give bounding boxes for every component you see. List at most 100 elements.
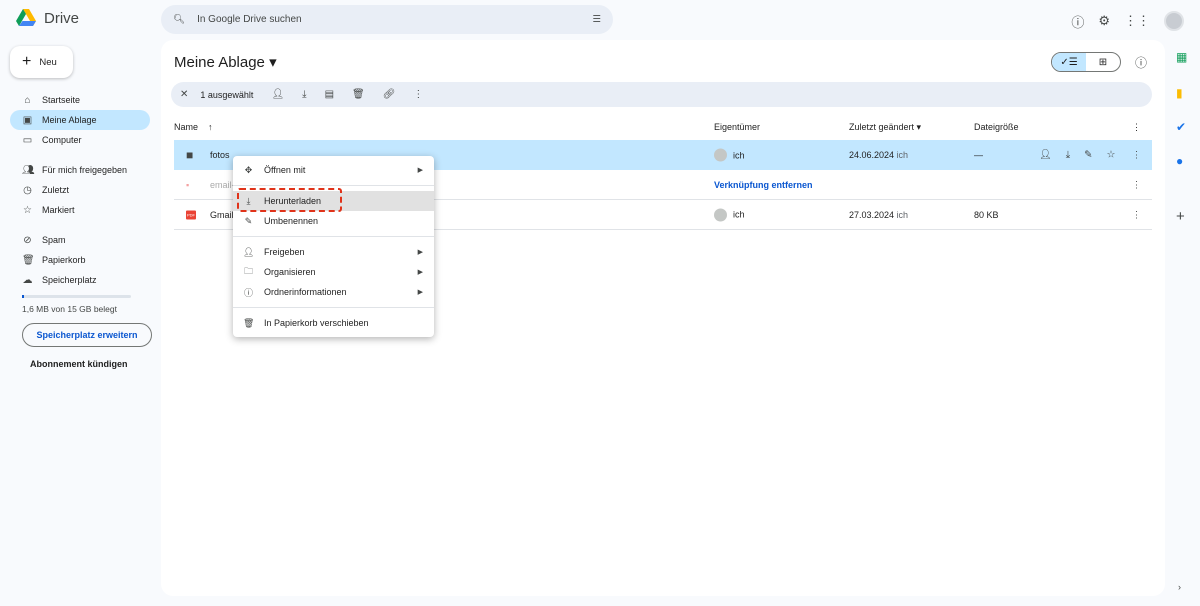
sidebar-item-starred[interactable]: ☆ Markiert (10, 200, 150, 220)
storage-bar (22, 295, 131, 298)
sidebar-item-storage[interactable]: ☁ Speicherplatz (10, 270, 150, 290)
info-icon[interactable]: ⓘ (1135, 54, 1147, 71)
file-name: Gmail (210, 209, 234, 220)
menu-organize[interactable]: 🗀 Organisieren ▶ (233, 262, 434, 282)
download-icon[interactable]: ⤓ (302, 89, 306, 100)
search-icon: 🔍︎ (173, 14, 186, 25)
sidebar-item-computer[interactable]: ▭ Computer (10, 130, 150, 150)
file-name: email- (210, 179, 235, 190)
modified-by: ich (896, 209, 909, 220)
rename-icon[interactable]: ✎ (1084, 150, 1092, 161)
date: 27.03.2024 (849, 209, 895, 220)
menu-share[interactable]: 👤︎ Freigeben ▶ (233, 242, 434, 262)
menu-move-to-trash[interactable]: 🗑︎ In Papierkorb verschieben (233, 313, 434, 333)
share-icon: 👤︎ (243, 246, 255, 257)
label: Markiert (42, 205, 75, 215)
collapse-panel-icon[interactable]: › (1178, 582, 1181, 592)
grid-view-button[interactable]: ⊞ (1086, 53, 1120, 71)
selection-count: 1 ausgewählt (200, 89, 254, 100)
label: Meine Ablage (42, 115, 97, 125)
column-options-icon[interactable]: ⋮ (1132, 122, 1141, 133)
share-icon[interactable]: 👤︎ (271, 89, 284, 100)
date: 24.06.2024 (849, 150, 895, 160)
plus-icon: + (22, 53, 32, 70)
col-size[interactable]: Dateigröße (974, 122, 1019, 132)
avatar[interactable] (1164, 11, 1184, 31)
more-icon[interactable]: ⋮ (1132, 179, 1141, 190)
submenu-arrow-icon: ▶ (417, 249, 423, 256)
drive-logo[interactable]: Drive (16, 9, 79, 27)
new-label: Neu (39, 56, 57, 68)
new-button[interactable]: + Neu (10, 46, 73, 78)
label: Startseite (42, 95, 81, 105)
sidebar-nav: ⌂ Startseite ▣ Meine Ablage ▭ Computer (10, 90, 150, 150)
more-icon[interactable]: ⋮ (1132, 150, 1141, 161)
view-toggle: ✓☰ ⊞ (1051, 52, 1121, 72)
folder-icon: ■ (186, 148, 194, 162)
trash-icon[interactable]: 🗑︎ (352, 89, 365, 100)
menu-rename[interactable]: ✎ Umbenennen (233, 211, 434, 231)
col-owner[interactable]: Eigentümer (714, 122, 760, 132)
trash-icon: 🗑︎ (22, 254, 35, 266)
folder-open-icon: 🗀 (243, 266, 253, 276)
my-drive-icon: ▣ (22, 114, 33, 126)
sidebar-item-shared[interactable]: 👥︎ Für mich freigegeben (10, 160, 150, 180)
clock-icon: ◷ (23, 184, 32, 196)
owner-avatar (714, 208, 727, 221)
download-icon[interactable]: ⤓ (1066, 150, 1070, 161)
owner-avatar (714, 148, 727, 162)
contacts-icon[interactable]: ● (1176, 154, 1183, 168)
open-with-icon: ✥ (244, 164, 253, 175)
size: 80 KB (974, 209, 999, 220)
trash-icon: 🗑︎ (243, 317, 255, 328)
shortcut-file-icon: ▪ (186, 179, 190, 190)
modified-by: ich (896, 150, 909, 160)
sidebar-item-spam[interactable]: ⊘ Spam (10, 230, 150, 250)
sidebar-item-my-drive[interactable]: ▣ Meine Ablage (10, 110, 150, 130)
link-icon[interactable]: 🔗︎ (383, 89, 396, 100)
computer-icon: ▭ (22, 134, 33, 146)
help-icon[interactable]: ⓘ (1071, 12, 1084, 31)
menu-folder-info[interactable]: ⓘ Ordnerinformationen ▶ (233, 282, 434, 302)
keep-icon[interactable]: ▮ (1176, 86, 1183, 100)
share-icon[interactable]: 👤︎ (1039, 150, 1052, 161)
label: Zuletzt (42, 185, 70, 195)
submenu-arrow-icon: ▶ (417, 289, 423, 296)
storage-text: 1,6 MB von 15 GB belegt (22, 304, 117, 314)
drive-logo-icon (16, 9, 36, 26)
size: — (974, 150, 983, 160)
search-input[interactable]: In Google Drive suchen (197, 14, 580, 25)
move-icon[interactable]: ▤ (325, 89, 334, 100)
sidebar-item-home[interactable]: ⌂ Startseite (10, 90, 150, 110)
menu-open-with[interactable]: ✥ Öffnen mit ▶ (233, 160, 434, 180)
page-title[interactable]: Meine Ablage ▾ (174, 53, 277, 71)
remove-shortcut-link[interactable]: Verknüpfung entfernen (714, 180, 813, 190)
label: Spam (42, 235, 66, 245)
spam-icon: ⊘ (23, 234, 32, 246)
star-icon: ☆ (23, 204, 32, 216)
info-icon: ⓘ (243, 287, 253, 298)
more-icon[interactable]: ⋮ (1132, 209, 1141, 220)
sidebar-item-trash[interactable]: 🗑︎ Papierkorb (10, 250, 150, 270)
gear-icon[interactable]: ⚙ (1098, 13, 1110, 29)
search-bar[interactable]: 🔍︎ In Google Drive suchen ☰ (161, 5, 613, 34)
tasks-icon[interactable]: ✔ (1176, 120, 1186, 134)
list-view-button[interactable]: ✓☰ (1052, 53, 1086, 71)
filter-icon[interactable]: ☰ (592, 14, 601, 25)
close-icon[interactable]: ✕ (180, 89, 188, 100)
extend-storage-button[interactable]: Speicherplatz erweitern (22, 323, 152, 347)
apps-icon[interactable]: ⋮⋮ (1124, 13, 1150, 29)
label: Für mich freigegeben (42, 165, 128, 175)
rename-icon: ✎ (244, 215, 253, 226)
more-icon[interactable]: ⋮ (413, 89, 423, 100)
cancel-subscription-link[interactable]: Abonnement kündigen (30, 359, 128, 369)
selection-toolbar: ✕ 1 ausgewählt 👤︎ ⤓ ▤ 🗑︎ 🔗︎ ⋮ (171, 82, 1152, 107)
add-addon-icon[interactable]: + (1176, 208, 1185, 225)
sheets-icon[interactable]: ▦ (1176, 50, 1187, 64)
col-modified[interactable]: Zuletzt geändert ▾ (849, 122, 921, 133)
star-icon[interactable]: ☆ (1107, 150, 1116, 161)
sidebar-item-recent[interactable]: ◷ Zuletzt (10, 180, 150, 200)
highlight-annotation (237, 188, 342, 212)
label: Papierkorb (42, 255, 86, 265)
col-name[interactable]: Name ↑ (174, 122, 213, 132)
